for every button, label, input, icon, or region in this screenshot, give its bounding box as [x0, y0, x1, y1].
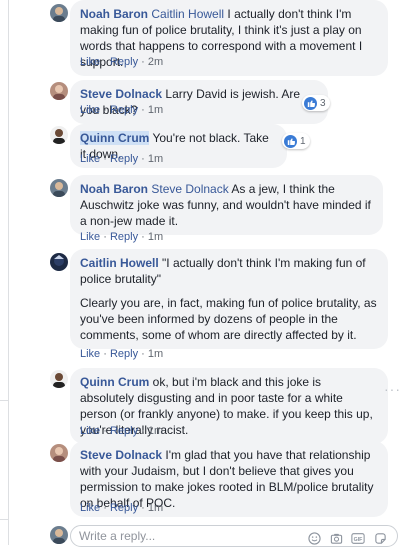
comment-time[interactable]: 1m	[148, 104, 163, 116]
comment-bubble: Steve Dolnack Larry David is jewish. Are…	[70, 80, 328, 124]
comment-author[interactable]: Quinn Crum	[80, 131, 150, 145]
comment-actions: Like · Reply · 1m	[80, 153, 164, 165]
comment-time[interactable]: 1m	[148, 231, 163, 243]
comment-actions: Like · Reply · 1m	[80, 502, 164, 514]
comment-author[interactable]: Noah Baron	[80, 182, 148, 196]
reaction-count[interactable]: 1	[282, 133, 310, 149]
reply-link[interactable]: Reply	[110, 348, 138, 360]
avatar[interactable]	[50, 370, 68, 388]
reply-link[interactable]: Reply	[110, 502, 138, 514]
like-link[interactable]: Like	[80, 425, 100, 437]
like-link[interactable]: Like	[80, 502, 100, 514]
avatar[interactable]	[50, 82, 68, 100]
camera-icon[interactable]	[329, 531, 343, 545]
avatar[interactable]	[50, 179, 68, 197]
reply-link[interactable]: Reply	[110, 231, 138, 243]
avatar[interactable]	[50, 126, 68, 144]
more-options-icon[interactable]: ···	[384, 381, 401, 397]
gif-icon[interactable]: GIF	[351, 531, 365, 545]
reaction-number: 1	[300, 135, 306, 147]
sticker-icon[interactable]	[373, 531, 387, 545]
comment-actions: Like · Reply · 1m	[80, 425, 164, 437]
reply-link[interactable]: Reply	[110, 425, 138, 437]
left-panel-edge	[0, 400, 9, 520]
thumbs-up-icon	[304, 96, 317, 110]
comment-time[interactable]: 1m	[148, 348, 163, 360]
comment-time[interactable]: 1m	[148, 425, 163, 437]
like-link[interactable]: Like	[80, 348, 100, 360]
comment-actions: Like · Reply · 2m	[80, 56, 164, 68]
comment-time[interactable]: 2m	[148, 56, 163, 68]
comment-actions: Like · Reply · 1m	[80, 231, 164, 243]
avatar[interactable]	[50, 253, 68, 271]
thumbs-up-icon	[284, 134, 297, 148]
reply-link[interactable]: Reply	[110, 104, 138, 116]
reaction-number: 3	[320, 97, 326, 109]
avatar[interactable]	[50, 444, 68, 462]
like-link[interactable]: Like	[80, 104, 100, 116]
like-link[interactable]: Like	[80, 153, 100, 165]
reply-link[interactable]: Reply	[110, 153, 138, 165]
smile-icon[interactable]	[307, 531, 321, 545]
comment-bubble: Noah Baron Steve Dolnack As a jew, I thi…	[70, 175, 383, 235]
comment-author[interactable]: Noah Baron	[80, 7, 148, 21]
comment-actions: Like · Reply · 1m	[80, 348, 164, 360]
reply-placeholder: Write a reply...	[79, 529, 156, 543]
like-link[interactable]: Like	[80, 231, 100, 243]
reply-input[interactable]: Write a reply... GIF	[70, 525, 398, 547]
comment-time[interactable]: 1m	[148, 502, 163, 514]
avatar	[50, 526, 68, 544]
comment-mention[interactable]: Caitlin Howell	[151, 7, 224, 21]
reaction-count[interactable]: 3	[302, 95, 330, 111]
comment-author[interactable]: Quinn Crum	[80, 375, 149, 389]
comment-author[interactable]: Steve Dolnack	[80, 448, 162, 462]
reply-composer: Write a reply... GIF	[50, 523, 400, 547]
comment-bubble: Caitlin Howell "I actually don't think I…	[70, 249, 388, 349]
reply-link[interactable]: Reply	[110, 56, 138, 68]
comment-text-paragraph: Clearly you are, in fact, making fun of …	[80, 296, 377, 342]
comment-time[interactable]: 1m	[148, 153, 163, 165]
avatar[interactable]	[50, 4, 68, 22]
comment-author[interactable]: Caitlin Howell	[80, 256, 159, 270]
comment-author[interactable]: Steve Dolnack	[80, 87, 162, 101]
comment-actions: Like · Reply · 1m	[80, 104, 164, 116]
comment-mention[interactable]: Steve Dolnack	[151, 182, 228, 196]
like-link[interactable]: Like	[80, 56, 100, 68]
gif-label: GIF	[354, 537, 364, 543]
